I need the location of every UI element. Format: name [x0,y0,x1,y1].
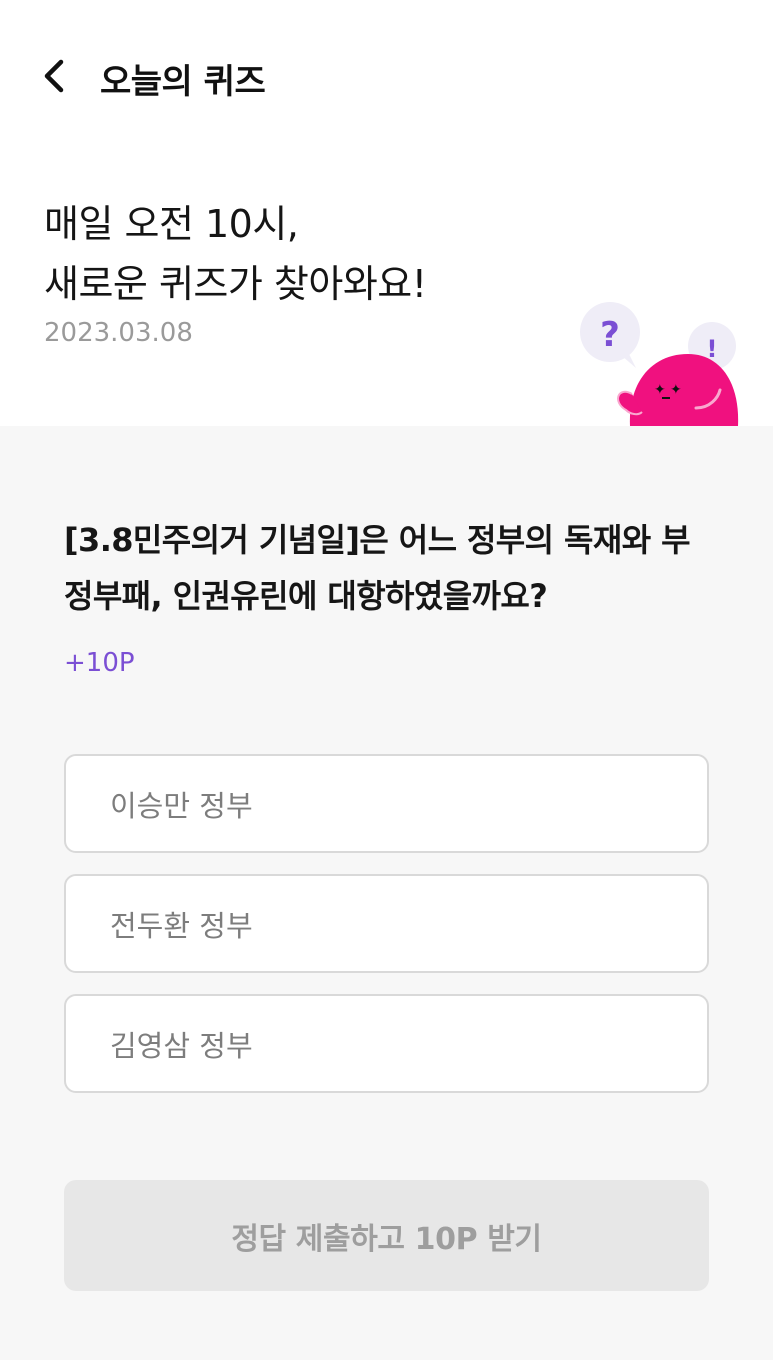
svg-text:✦: ✦ [654,382,666,398]
banner-line-1: 매일 오전 10시, [44,202,299,246]
app-header: 오늘의 퀴즈 [0,40,773,112]
banner-headline: 매일 오전 10시, 새로운 퀴즈가 찾아와요! [44,194,427,314]
submit-answer-button[interactable]: 정답 제출하고 10P 받기 [64,1180,709,1291]
points-badge: +10P [64,648,135,678]
mascot-illustration: ? ! ✦ ✦ [580,302,739,426]
quiz-date: 2023.03.08 [44,318,193,348]
quiz-question: [3.8민주의거 기념일]은 어느 정부의 독재와 부정부패, 인권유린에 대항… [64,521,691,615]
intro-panel: 오늘의 퀴즈 매일 오전 10시, 새로운 퀴즈가 찾아와요! 2023.03.… [0,0,773,426]
answer-option-3[interactable]: 김영삼 정부 [64,994,709,1093]
page-title: 오늘의 퀴즈 [100,62,266,102]
chevron-left-icon [44,59,64,93]
answer-option-2[interactable]: 전두환 정부 [64,874,709,973]
answer-option-1[interactable]: 이승만 정부 [64,754,709,853]
question-mark-icon: ? [600,315,620,355]
back-button[interactable] [32,52,76,100]
answer-options: 이승만 정부 전두환 정부 김영삼 정부 [64,754,709,1114]
svg-text:✦: ✦ [670,382,682,398]
banner-line-2: 새로운 퀴즈가 찾아와요! [44,262,427,306]
